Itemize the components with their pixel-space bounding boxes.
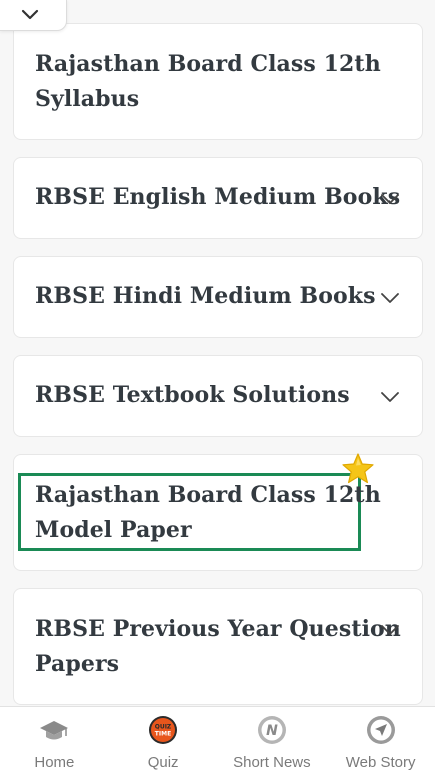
card-title-line: Papers — [35, 651, 120, 677]
menu-card-english-books[interactable]: RBSE English Medium Books — [13, 157, 423, 239]
menu-card-hindi-books[interactable]: RBSE Hindi Medium Books — [13, 256, 423, 338]
chevron-down-icon — [21, 9, 39, 20]
nav-item-home[interactable]: Home — [0, 707, 109, 777]
nav-item-quiz[interactable]: QUIZ TIME Quiz — [109, 707, 218, 777]
bottom-nav: Home QUIZ TIME Quiz N Short News Web Sto… — [0, 706, 435, 777]
card-title: RBSE English Medium Books — [35, 184, 401, 210]
nav-item-short-news[interactable]: N Short News — [218, 707, 327, 777]
chevron-down-icon[interactable] — [380, 391, 400, 403]
graduation-cap-icon — [40, 721, 69, 740]
news-badge-text: N — [266, 723, 278, 739]
card-title-line: RBSE Previous Year Question — [35, 616, 401, 642]
menu-card-previous-papers[interactable]: RBSE Previous Year Question Papers — [13, 588, 423, 705]
chevron-down-icon[interactable] — [380, 193, 400, 205]
card-title: Rajasthan Board Class 12th Model Paper — [35, 478, 381, 548]
collapse-toggle[interactable] — [0, 0, 67, 31]
card-title-line: Rajasthan Board Class 12th — [35, 51, 381, 77]
quiz-time-icon: QUIZ TIME — [149, 716, 178, 744]
card-title-line: Model Paper — [35, 517, 192, 543]
menu-card-model-paper[interactable]: Rajasthan Board Class 12th Model Paper — [13, 453, 423, 571]
nav-label: Web Story — [345, 754, 416, 771]
chevron-down-icon[interactable] — [380, 292, 400, 304]
card-title-line: Syllabus — [35, 86, 140, 112]
nav-item-web-story[interactable]: Web Story — [326, 707, 435, 777]
nav-label: Home — [34, 754, 75, 771]
web-story-icon — [366, 716, 395, 744]
card-title: RBSE Textbook Solutions — [35, 382, 350, 408]
quiz-badge-text: TIME — [155, 731, 171, 738]
card-title: RBSE Hindi Medium Books — [35, 283, 376, 309]
news-n-icon: N — [257, 716, 286, 744]
menu-card-syllabus[interactable]: Rajasthan Board Class 12th Syllabus — [13, 23, 423, 140]
menu-card-textbook-solutions[interactable]: RBSE Textbook Solutions — [13, 355, 423, 437]
star-icon — [342, 453, 374, 484]
quiz-badge-text: QUIZ — [155, 724, 172, 731]
card-title: Rajasthan Board Class 12th Syllabus — [35, 47, 381, 117]
page: Rajasthan Board Class 12th Syllabus RBSE… — [0, 0, 435, 777]
card-title: RBSE Previous Year Question Papers — [35, 612, 401, 682]
chevron-down-icon[interactable] — [380, 624, 400, 636]
nav-label: Short News — [233, 754, 311, 771]
nav-label: Quiz — [147, 754, 179, 771]
card-title-line: Rajasthan Board Class 12th — [35, 482, 381, 508]
